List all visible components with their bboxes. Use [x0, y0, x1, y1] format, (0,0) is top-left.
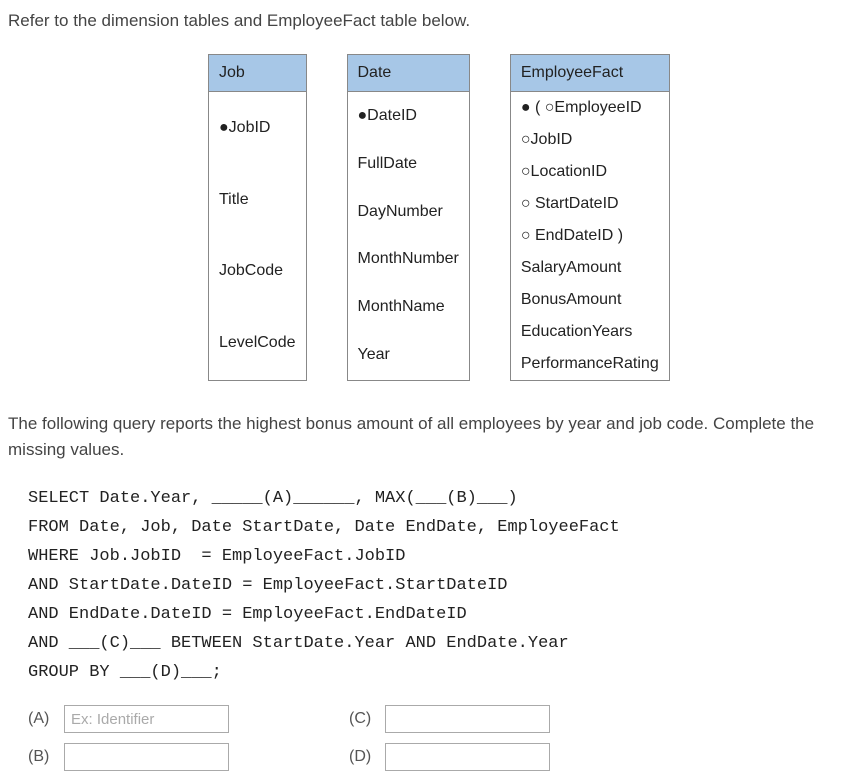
- table-row: EducationYears: [510, 316, 669, 348]
- date-table-header: Date: [347, 54, 469, 91]
- answers-grid: (A) (C) (B) (D): [28, 705, 550, 771]
- answer-c-label: (C): [349, 707, 377, 731]
- table-row: ○ StartDateID: [510, 188, 669, 220]
- answer-a-cell: (A): [28, 705, 229, 733]
- sql-line: WHERE Job.JobID = EmployeeFact.JobID: [28, 547, 405, 566]
- table-row: ○ EndDateID ): [510, 220, 669, 252]
- sql-line: AND EndDate.DateID = EmployeeFact.EndDat…: [28, 605, 467, 624]
- table-row: Title: [209, 164, 307, 236]
- sql-line: FROM Date, Job, Date StartDate, Date End…: [28, 518, 620, 537]
- answer-c-cell: (C): [349, 705, 550, 733]
- table-row: BonusAmount: [510, 284, 669, 316]
- table-row: PerformanceRating: [510, 348, 669, 381]
- answer-d-label: (D): [349, 745, 377, 769]
- table-row: SalaryAmount: [510, 252, 669, 284]
- table-row: ○LocationID: [510, 156, 669, 188]
- sql-line: AND ___(C)___ BETWEEN StartDate.Year AND…: [28, 634, 569, 653]
- date-table: Date ●DateID FullDate DayNumber MonthNum…: [347, 54, 470, 381]
- sql-line: AND StartDate.DateID = EmployeeFact.Star…: [28, 576, 507, 595]
- table-row: ● ( ○EmployeeID: [510, 91, 669, 124]
- table-row: ●JobID: [209, 91, 307, 164]
- employeefact-table: EmployeeFact ● ( ○EmployeeID ○JobID ○Loc…: [510, 54, 670, 381]
- answer-d-cell: (D): [349, 743, 550, 771]
- table-row: ●DateID: [347, 91, 469, 140]
- sql-line: SELECT Date.Year, _____(A)______, MAX(__…: [28, 489, 518, 508]
- table-row: FullDate: [347, 140, 469, 188]
- answer-b-label: (B): [28, 745, 56, 769]
- employeefact-table-header: EmployeeFact: [510, 54, 669, 91]
- table-row: ○JobID: [510, 124, 669, 156]
- tables-container: Job ●JobID Title JobCode LevelCode Date …: [208, 54, 855, 381]
- sql-line: GROUP BY ___(D)___;: [28, 663, 222, 682]
- sql-query: SELECT Date.Year, _____(A)______, MAX(__…: [28, 485, 855, 687]
- answer-a-input[interactable]: [64, 705, 229, 733]
- answer-b-input[interactable]: [64, 743, 229, 771]
- answer-a-label: (A): [28, 707, 56, 731]
- table-row: MonthNumber: [347, 235, 469, 283]
- table-row: JobCode: [209, 235, 307, 307]
- answer-c-input[interactable]: [385, 705, 550, 733]
- answer-d-input[interactable]: [385, 743, 550, 771]
- table-row: LevelCode: [209, 307, 307, 380]
- job-table-header: Job: [209, 54, 307, 91]
- answer-b-cell: (B): [28, 743, 229, 771]
- job-table: Job ●JobID Title JobCode LevelCode: [208, 54, 307, 381]
- table-row: Year: [347, 331, 469, 380]
- query-description: The following query reports the highest …: [8, 411, 855, 464]
- table-row: DayNumber: [347, 188, 469, 236]
- intro-text: Refer to the dimension tables and Employ…: [8, 8, 855, 34]
- table-row: MonthName: [347, 283, 469, 331]
